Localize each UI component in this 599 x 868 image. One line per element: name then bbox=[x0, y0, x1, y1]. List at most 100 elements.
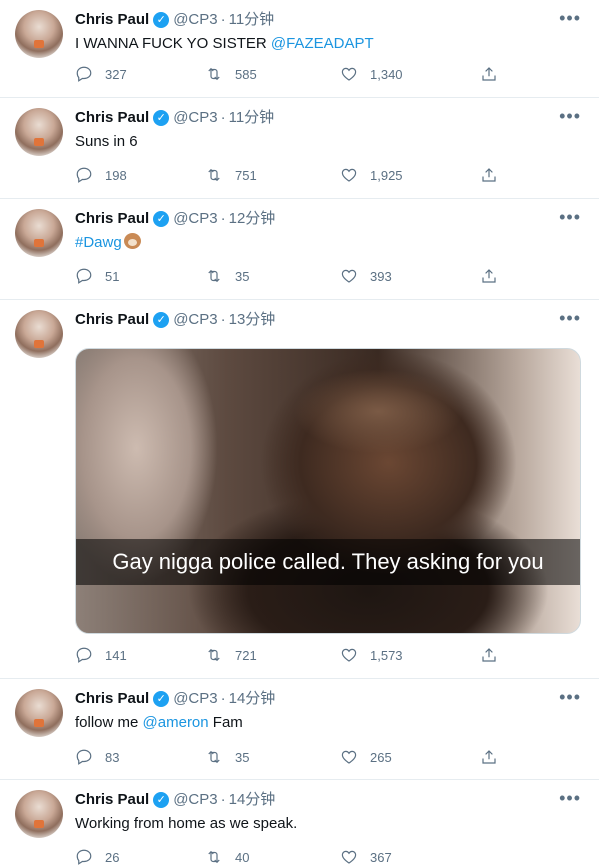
avatar[interactable] bbox=[15, 108, 63, 156]
like-count: 265 bbox=[370, 749, 392, 765]
avatar[interactable] bbox=[15, 310, 63, 358]
more-icon[interactable]: ••• bbox=[559, 687, 581, 708]
retweet-icon bbox=[208, 67, 220, 81]
tweet[interactable]: Chris Paul ✓ @CP3 · 14分钟 ••• Working fro… bbox=[0, 780, 599, 867]
avatar[interactable] bbox=[15, 689, 63, 737]
like-icon bbox=[341, 750, 357, 764]
avatar[interactable] bbox=[15, 790, 63, 838]
like-button[interactable]: 393 bbox=[340, 267, 392, 285]
reply-count: 26 bbox=[105, 849, 120, 865]
timestamp[interactable]: 12分钟 bbox=[229, 209, 276, 229]
verified-badge-icon: ✓ bbox=[153, 312, 170, 328]
tweet-text-body: Working from home as we speak. bbox=[75, 815, 298, 832]
reply-count: 198 bbox=[105, 167, 127, 183]
tweet-text-body: Suns in 6 bbox=[75, 133, 138, 150]
like-button[interactable]: 265 bbox=[340, 748, 392, 766]
retweet-icon bbox=[208, 750, 220, 764]
verified-badge-icon: ✓ bbox=[153, 792, 170, 808]
tweet-text: Suns in 6 bbox=[75, 132, 138, 152]
share-button[interactable] bbox=[480, 65, 510, 83]
tweet-text: follow me @ameron Fam bbox=[75, 713, 243, 733]
author-handle[interactable]: @CP3 bbox=[173, 209, 217, 229]
share-button[interactable] bbox=[480, 646, 510, 664]
retweet-button[interactable]: 35 bbox=[205, 748, 249, 766]
retweet-button[interactable]: 751 bbox=[205, 166, 257, 184]
author-handle[interactable]: @CP3 bbox=[173, 310, 217, 330]
dog-emoji-icon bbox=[123, 233, 141, 249]
retweet-button[interactable]: 585 bbox=[205, 65, 257, 83]
retweet-button[interactable]: 35 bbox=[205, 267, 249, 285]
reply-button[interactable]: 327 bbox=[75, 65, 127, 83]
timestamp[interactable]: 11分钟 bbox=[229, 10, 275, 30]
reply-count: 83 bbox=[105, 749, 120, 765]
separator: · bbox=[220, 11, 226, 28]
reply-count: 141 bbox=[105, 647, 127, 663]
mention-link[interactable]: @ameron bbox=[143, 714, 209, 731]
timestamp[interactable]: 14分钟 bbox=[229, 689, 276, 709]
like-icon bbox=[341, 269, 357, 283]
share-button[interactable] bbox=[480, 166, 510, 184]
like-button[interactable]: 1,340 bbox=[340, 65, 403, 83]
author-handle[interactable]: @CP3 bbox=[173, 790, 217, 810]
like-count: 1,573 bbox=[370, 647, 403, 663]
share-icon bbox=[482, 648, 496, 662]
more-icon[interactable]: ••• bbox=[559, 207, 581, 228]
verified-badge-icon: ✓ bbox=[153, 110, 170, 126]
author-name[interactable]: Chris Paul bbox=[75, 790, 149, 810]
tweet[interactable]: Chris Paul ✓ @CP3 · 12分钟 ••• #Dawg 51 35… bbox=[0, 199, 599, 300]
author-name[interactable]: Chris Paul bbox=[75, 689, 149, 709]
reply-button[interactable]: 26 bbox=[75, 848, 119, 866]
retweet-button[interactable]: 721 bbox=[205, 646, 257, 664]
reply-button[interactable]: 51 bbox=[75, 267, 119, 285]
reply-button[interactable]: 141 bbox=[75, 646, 127, 664]
more-icon[interactable]: ••• bbox=[559, 8, 581, 29]
timestamp[interactable]: 14分钟 bbox=[229, 790, 276, 810]
retweet-icon bbox=[208, 168, 220, 182]
tweet-media-image[interactable]: Gay nigga police called. They asking for… bbox=[75, 348, 581, 634]
retweet-icon bbox=[208, 269, 220, 283]
avatar[interactable] bbox=[15, 209, 63, 257]
more-icon[interactable]: ••• bbox=[559, 106, 581, 127]
reply-button[interactable]: 198 bbox=[75, 166, 127, 184]
avatar[interactable] bbox=[15, 10, 63, 58]
tweet[interactable]: Chris Paul ✓ @CP3 · 14分钟 ••• follow me @… bbox=[0, 679, 599, 780]
timestamp[interactable]: 13分钟 bbox=[229, 310, 276, 330]
more-icon[interactable]: ••• bbox=[559, 788, 581, 809]
author-handle[interactable]: @CP3 bbox=[173, 689, 217, 709]
author-name[interactable]: Chris Paul bbox=[75, 310, 149, 330]
author-handle[interactable]: @CP3 bbox=[173, 108, 217, 128]
author-name[interactable]: Chris Paul bbox=[75, 209, 149, 229]
share-icon bbox=[482, 67, 496, 81]
like-icon bbox=[341, 648, 357, 662]
reply-icon bbox=[76, 849, 92, 865]
retweet-button[interactable]: 40 bbox=[205, 848, 249, 866]
more-icon[interactable]: ••• bbox=[559, 308, 581, 329]
separator: · bbox=[220, 210, 226, 227]
like-button[interactable]: 367 bbox=[340, 848, 392, 866]
author-name[interactable]: Chris Paul bbox=[75, 108, 149, 128]
author-name[interactable]: Chris Paul bbox=[75, 10, 149, 30]
media-caption: Gay nigga police called. They asking for… bbox=[76, 539, 580, 585]
reply-icon bbox=[76, 167, 92, 183]
tweet[interactable]: Chris Paul ✓ @CP3 · 13分钟 ••• Gay nigga p… bbox=[0, 300, 599, 679]
timestamp[interactable]: 11分钟 bbox=[229, 108, 275, 128]
like-count: 367 bbox=[370, 849, 392, 865]
retweet-count: 721 bbox=[235, 647, 257, 663]
hashtag-link[interactable]: #Dawg bbox=[75, 234, 122, 251]
like-button[interactable]: 1,925 bbox=[340, 166, 403, 184]
retweet-count: 585 bbox=[235, 66, 257, 82]
author-handle[interactable]: @CP3 bbox=[173, 10, 217, 30]
tweet[interactable]: Chris Paul ✓ @CP3 · 11分钟 ••• I WANNA FUC… bbox=[0, 0, 599, 98]
share-button[interactable] bbox=[480, 267, 510, 285]
action-bar: 26 40 367 bbox=[75, 848, 505, 868]
tweet-header: Chris Paul ✓ @CP3 · 14分钟 bbox=[75, 790, 275, 810]
tweet-text-body: I WANNA FUCK YO SISTER bbox=[75, 35, 271, 52]
tweet[interactable]: Chris Paul ✓ @CP3 · 11分钟 ••• Suns in 6 1… bbox=[0, 98, 599, 199]
mention-link[interactable]: @FAZEADAPT bbox=[271, 35, 374, 52]
retweet-count: 35 bbox=[235, 749, 250, 765]
share-button[interactable] bbox=[480, 748, 510, 766]
like-icon bbox=[341, 67, 357, 81]
reply-button[interactable]: 83 bbox=[75, 748, 119, 766]
retweet-count: 40 bbox=[235, 849, 250, 865]
like-button[interactable]: 1,573 bbox=[340, 646, 403, 664]
